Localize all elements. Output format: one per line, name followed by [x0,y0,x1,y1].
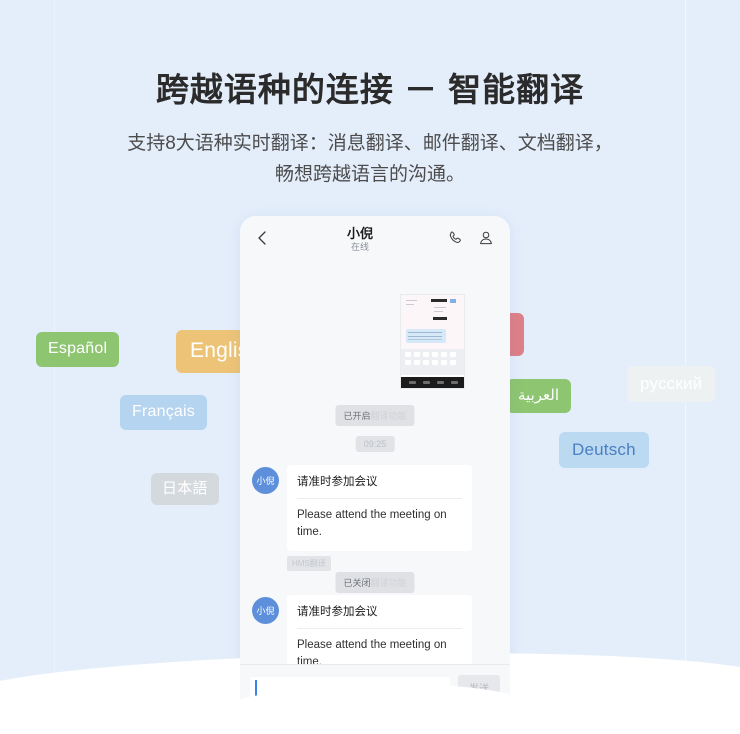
avatar[interactable]: 小倪 [252,597,279,624]
banner-enabled-text: 已开启 [343,411,371,421]
chat-header-center: 小倪 在线 [272,226,448,253]
chat-header-actions [448,230,498,246]
message-timestamp: 09:25 [355,436,395,452]
language-chip-spanish[interactable]: Español [36,332,120,367]
screenshot-thumbnail [400,294,465,389]
chat-message: 小倪 请准时参加会议 Please attend the meeting on … [252,465,472,571]
translation-provider-badge: HMS翻译 [287,556,331,571]
language-chip-french[interactable]: Français [120,395,207,430]
page-subtitle-line-2: 畅想跨越语言的沟通。 [274,164,465,185]
system-banner-translation-enabled: 已开启翻译功能 [335,405,415,426]
page-root: 跨越语种的连接 － 智能翻译 支持8大语种实时翻译：消息翻译、邮件翻译、文档翻译… [0,0,740,734]
phone-mockup: 小陈 2859小陈 2859小陈 2859小陈 2859小陈 2859小陈 28… [240,216,510,726]
text-caret [255,679,257,696]
chat-header: 小倪 在线 [240,216,510,260]
person-icon[interactable] [478,230,494,246]
system-banner-translation-disabled: 已关闭翻译功能 [335,572,415,593]
chat-body: 已开启翻译功能 09:25 小倪 请准时参加会议 Please attend t… [240,260,510,701]
banner-disabled-text: 已关闭 [343,578,371,588]
banner-enabled-suffix: 翻译功能 [370,411,407,421]
headline-block: 跨越语种的连接 － 智能翻译 支持8大语种实时翻译：消息翻译、邮件翻译、文档翻译… [0,68,740,190]
contact-name: 小倪 [346,225,373,241]
message-bubble-wrapper: 请准时参加会议 Please attend the meeting on tim… [287,465,472,571]
language-chip-japanese[interactable]: 日本語 [151,473,219,505]
language-chip-arabic[interactable]: العربية [506,379,571,413]
chevron-left-icon[interactable] [252,228,272,248]
phone-handset-icon[interactable] [448,230,464,246]
message-bubble[interactable]: 请准时参加会议 Please attend the meeting on tim… [287,465,472,551]
language-chip-russian[interactable]: русский [627,366,716,402]
page-subtitle: 支持8大语种实时翻译：消息翻译、邮件翻译、文档翻译， 畅想跨越语言的沟通。 [90,128,650,190]
banner-disabled-suffix: 翻译功能 [370,578,407,588]
message-translated-text: Please attend the meeting on time. [297,509,447,538]
language-chip-german[interactable]: Deutsch [559,432,649,468]
avatar[interactable]: 小倪 [252,467,279,494]
page-subtitle-line-1: 支持8大语种实时翻译：消息翻译、邮件翻译、文档翻译， [127,133,613,154]
message-source-text: 请准时参加会议 [297,474,462,499]
page-title: 跨越语种的连接 － 智能翻译 [155,71,585,108]
message-source-text: 请准时参加会议 [297,604,462,629]
contact-status: 在线 [350,241,369,252]
